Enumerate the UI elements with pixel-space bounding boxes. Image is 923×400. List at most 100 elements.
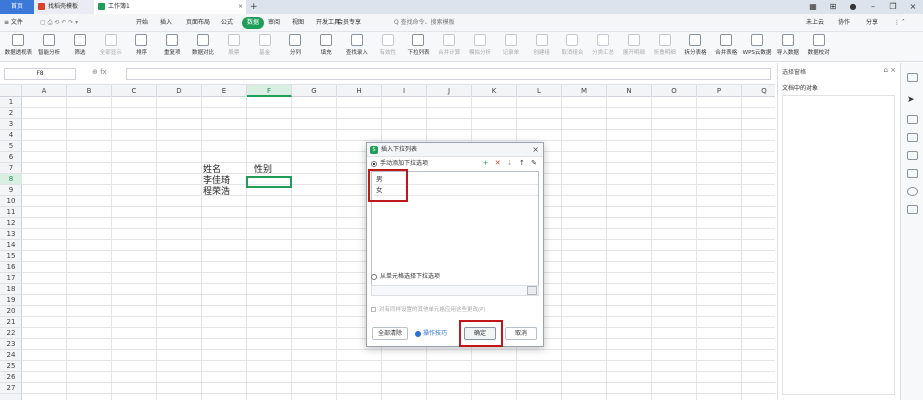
share-button[interactable]: 分享 bbox=[866, 17, 878, 29]
ribbon-button[interactable]: 下拉列表 bbox=[404, 34, 433, 60]
cell-range-input[interactable] bbox=[371, 285, 539, 296]
apply-same-checkbox[interactable]: 对有同样设置的其他单元格应用这些更改(P) bbox=[371, 306, 486, 314]
ribbon-button[interactable]: 排序 bbox=[127, 34, 156, 60]
cell-E8[interactable]: 李佳琦 bbox=[203, 176, 230, 187]
move-down-icon[interactable]: ↓ bbox=[507, 159, 513, 167]
layout-icon[interactable]: ▦ bbox=[803, 0, 823, 14]
row-header[interactable]: 9 bbox=[0, 185, 22, 196]
row-header[interactable]: 25 bbox=[0, 361, 22, 372]
ribbon-button[interactable]: 拆分表格 bbox=[681, 34, 710, 60]
ribbon-button[interactable]: 模拟分析 bbox=[466, 34, 495, 60]
settings-icon[interactable] bbox=[907, 73, 918, 82]
row-header[interactable]: 23 bbox=[0, 339, 22, 350]
row-header[interactable]: 2 bbox=[0, 108, 22, 119]
style-icon[interactable] bbox=[907, 115, 918, 124]
row-header[interactable]: 22 bbox=[0, 328, 22, 339]
row-header[interactable]: 12 bbox=[0, 218, 22, 229]
cell-F7[interactable]: 性别 bbox=[254, 165, 272, 176]
tips-link[interactable]: 操作技巧 bbox=[415, 330, 447, 338]
row-header[interactable]: 6 bbox=[0, 152, 22, 163]
chart-icon[interactable] bbox=[907, 205, 918, 214]
column-header[interactable]: P bbox=[697, 85, 742, 97]
menu-item[interactable]: 页面布局 bbox=[186, 17, 210, 29]
ribbon-button[interactable]: 有效性 bbox=[373, 34, 402, 60]
range-picker-icon[interactable] bbox=[527, 286, 537, 295]
ribbon-button[interactable]: 数据对比 bbox=[189, 34, 218, 60]
column-header[interactable]: A bbox=[22, 85, 67, 97]
ribbon-button[interactable]: 导入数据 bbox=[773, 34, 802, 60]
delete-item-icon[interactable]: ✕ bbox=[495, 159, 501, 167]
cell-E7[interactable]: 姓名 bbox=[203, 165, 221, 176]
column-header[interactable]: Q bbox=[742, 85, 775, 97]
search-input[interactable]: Q 查找命令、搜索模板 bbox=[394, 17, 514, 29]
column-header[interactable]: C bbox=[112, 85, 157, 97]
cell-E9[interactable]: 程荣浩 bbox=[203, 187, 230, 198]
ribbon-button[interactable]: 分类汇总 bbox=[589, 34, 618, 60]
column-header[interactable]: E bbox=[202, 85, 247, 97]
objects-list[interactable] bbox=[782, 95, 895, 395]
name-box[interactable]: F8 bbox=[4, 68, 76, 80]
row-header[interactable]: 27 bbox=[0, 383, 22, 394]
clear-all-button[interactable]: 全部清除 bbox=[372, 327, 408, 340]
row-header[interactable]: 24 bbox=[0, 350, 22, 361]
column-header[interactable]: K bbox=[472, 85, 517, 97]
row-header[interactable]: 8 bbox=[0, 174, 22, 185]
ribbon-button[interactable]: 合并计算 bbox=[435, 34, 464, 60]
cancel-button[interactable]: 取消 bbox=[505, 327, 537, 340]
row-header[interactable]: 5 bbox=[0, 141, 22, 152]
crop-icon[interactable] bbox=[907, 133, 918, 142]
formula-input[interactable] bbox=[126, 68, 771, 80]
row-header[interactable]: 17 bbox=[0, 273, 22, 284]
column-header[interactable]: N bbox=[607, 85, 652, 97]
active-cell-F8[interactable] bbox=[246, 176, 292, 188]
ribbon-button[interactable]: 折叠明细 bbox=[650, 34, 679, 60]
ribbon-button[interactable]: 创建组 bbox=[527, 34, 556, 60]
pane-controls[interactable]: ⌂ × bbox=[883, 66, 896, 74]
ribbon-button[interactable]: 展开明细 bbox=[620, 34, 649, 60]
menu-item[interactable]: 数据 bbox=[242, 17, 265, 29]
column-header[interactable]: G bbox=[292, 85, 337, 97]
ribbon-button[interactable]: 合并表格 bbox=[712, 34, 741, 60]
tab-home[interactable]: 首页 bbox=[0, 0, 34, 14]
row-header[interactable]: 15 bbox=[0, 251, 22, 262]
edit-item-icon[interactable]: ✎ bbox=[531, 159, 537, 167]
column-header[interactable]: M bbox=[562, 85, 607, 97]
row-header[interactable]: 7 bbox=[0, 163, 22, 174]
ribbon-button[interactable]: 填充 bbox=[312, 34, 341, 60]
shape-icon[interactable] bbox=[907, 169, 918, 178]
row-header[interactable]: 20 bbox=[0, 306, 22, 317]
from-cells-option-radio[interactable]: 从单元格选择下拉选项 bbox=[371, 273, 440, 281]
ribbon-button[interactable]: 股票 bbox=[219, 34, 248, 60]
menu-item[interactable]: 插入 bbox=[160, 17, 172, 29]
column-header[interactable]: B bbox=[67, 85, 112, 97]
row-header[interactable]: 3 bbox=[0, 119, 22, 130]
ribbon-button[interactable]: 取消组合 bbox=[558, 34, 587, 60]
cursor-icon[interactable]: ➤ bbox=[907, 96, 918, 105]
column-header[interactable]: F bbox=[247, 85, 292, 97]
grid-apps-icon[interactable]: ⊞ bbox=[823, 0, 843, 14]
menu-item[interactable]: 视图 bbox=[292, 17, 304, 29]
menu-item[interactable]: 会员专享 bbox=[337, 17, 361, 29]
minimize-icon[interactable]: – bbox=[863, 0, 883, 14]
move-up-icon[interactable]: ↑ bbox=[519, 159, 525, 167]
cloud-status[interactable]: 未上云 bbox=[806, 17, 824, 29]
column-header[interactable]: D bbox=[157, 85, 202, 97]
column-header[interactable]: J bbox=[427, 85, 472, 97]
ribbon-button[interactable]: WPS云数据 bbox=[743, 34, 772, 60]
menu-item[interactable]: 公式 bbox=[221, 17, 233, 29]
row-header[interactable]: 14 bbox=[0, 240, 22, 251]
row-header[interactable]: 1 bbox=[0, 97, 22, 108]
ribbon-button[interactable]: 分列 bbox=[281, 34, 310, 60]
menu-file[interactable]: ≡ 文件 bbox=[4, 17, 23, 29]
avatar[interactable]: ● bbox=[843, 0, 863, 14]
row-header[interactable]: 26 bbox=[0, 372, 22, 383]
ribbon-button[interactable]: 重复项 bbox=[158, 34, 187, 60]
manual-option-radio[interactable]: 手动添加下拉选项 bbox=[371, 160, 428, 168]
tab-template[interactable]: 找稻壳模板 bbox=[34, 0, 94, 14]
close-window-icon[interactable]: × bbox=[903, 0, 923, 14]
menu-item[interactable]: 开始 bbox=[136, 17, 148, 29]
maximize-icon[interactable]: ❐ bbox=[883, 0, 903, 14]
column-header[interactable]: L bbox=[517, 85, 562, 97]
column-header[interactable]: O bbox=[652, 85, 697, 97]
ribbon-button[interactable]: 基金 bbox=[250, 34, 279, 60]
